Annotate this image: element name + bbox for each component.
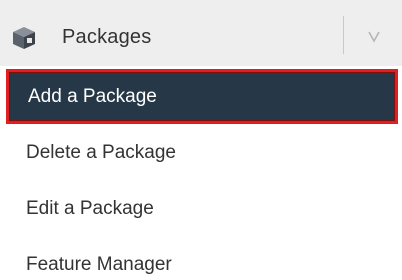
packages-header[interactable]: Packages [0,0,402,66]
menu-item-add-package[interactable]: Add a Package [6,69,398,124]
menu-item-label: Feature Manager [26,254,172,275]
menu-item-label: Add a Package [28,86,157,107]
package-box-icon [10,26,38,50]
header-divider [343,16,344,54]
packages-menu-panel: Packages Add a Package Delete a Package … [0,0,402,280]
menu-item-delete-package[interactable]: Delete a Package [0,127,402,179]
menu-item-label: Delete a Package [26,142,176,163]
chevron-down-icon[interactable] [366,28,382,44]
menu-item-feature-manager[interactable]: Feature Manager [0,239,402,280]
menu-item-label: Edit a Package [26,198,154,219]
header-title: Packages [62,26,152,48]
menu-item-edit-package[interactable]: Edit a Package [0,183,402,235]
